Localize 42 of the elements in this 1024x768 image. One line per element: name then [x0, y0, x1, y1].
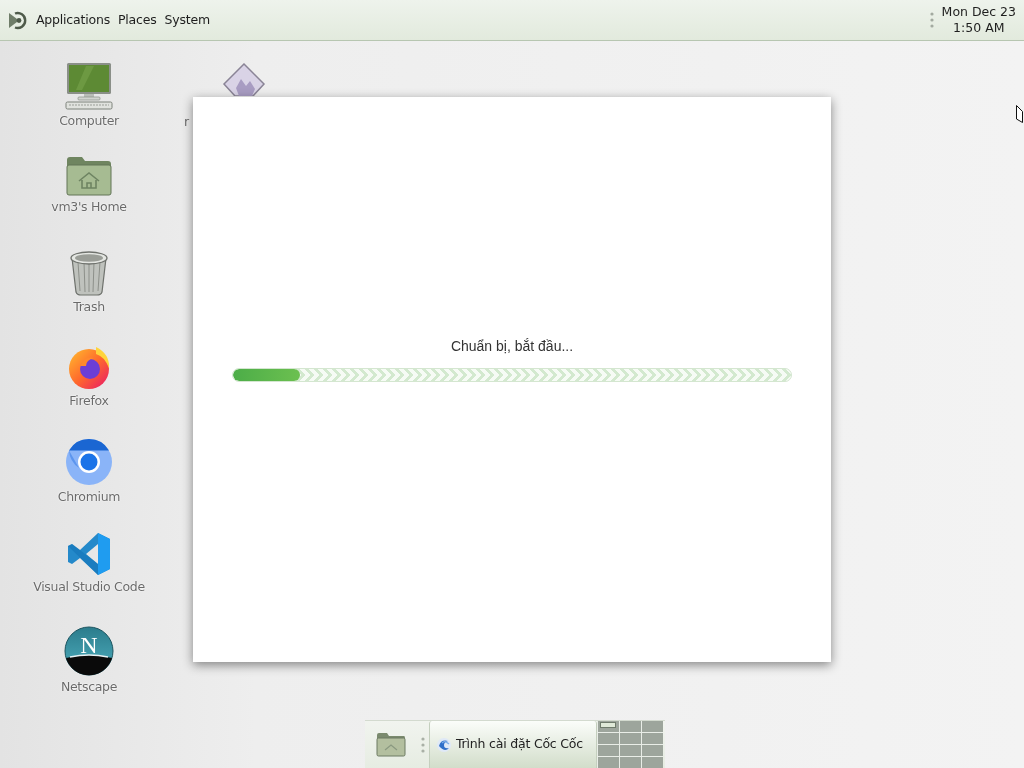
workspace-cell[interactable] [620, 757, 641, 768]
fox-globe-icon[interactable] [66, 344, 112, 390]
status-text: Chuẩn bị, bắt đầu... [449, 338, 575, 355]
diamond-image-icon[interactable] [222, 63, 266, 96]
workspace-cell[interactable] [598, 745, 619, 756]
monitor-icon[interactable] [64, 62, 114, 110]
icon-label[interactable]: Trash [73, 299, 105, 314]
folder-icon[interactable] [376, 732, 406, 757]
workspace-cell[interactable] [598, 721, 619, 732]
icon-label[interactable]: r [184, 114, 190, 129]
clock-time[interactable]: 1:50 AM [941, 20, 1016, 37]
workspace-cell[interactable] [642, 745, 663, 756]
workspace-cell[interactable] [642, 733, 663, 744]
icon-label[interactable]: Chromium [57, 489, 121, 504]
swirl-icon [436, 736, 452, 753]
drag-handle-icon[interactable] [929, 12, 934, 28]
menu-item[interactable]: System [160, 8, 214, 32]
task-button[interactable]: Trình cài đặt Cốc Cốc [429, 721, 597, 768]
workspace-cell[interactable] [642, 721, 663, 732]
icon-label[interactable]: Firefox [69, 393, 109, 408]
mini-window-icon [600, 722, 616, 728]
icon-label[interactable]: Computer [59, 113, 119, 128]
circle-logo-icon[interactable] [65, 438, 113, 486]
letter-globe-icon[interactable]: N [64, 626, 114, 676]
clock-date[interactable]: Mon Dec 23 [941, 3, 1016, 20]
icon-label[interactable]: vm3's Home [51, 199, 127, 214]
trash-icon[interactable] [68, 250, 110, 296]
home-folder-icon[interactable] [66, 156, 112, 196]
workspace-cell[interactable] [620, 721, 641, 732]
code-ribbon-icon[interactable] [67, 532, 111, 576]
workspace-cell[interactable] [620, 745, 641, 756]
workspace-cell[interactable] [598, 733, 619, 744]
logo-icon[interactable] [7, 9, 28, 31]
drag-handle-icon[interactable] [421, 736, 425, 753]
workspace-cell[interactable] [598, 757, 619, 768]
menu-item[interactable]: Applications [32, 8, 114, 32]
menu-item[interactable]: Places [113, 8, 161, 32]
icon-label[interactable]: Visual Studio Code [33, 579, 145, 594]
workspace-cell[interactable] [620, 733, 641, 744]
workspace-cell[interactable] [642, 757, 663, 768]
icon-label[interactable]: Netscape [60, 679, 118, 694]
mouse-pointer-icon [1016, 105, 1023, 123]
